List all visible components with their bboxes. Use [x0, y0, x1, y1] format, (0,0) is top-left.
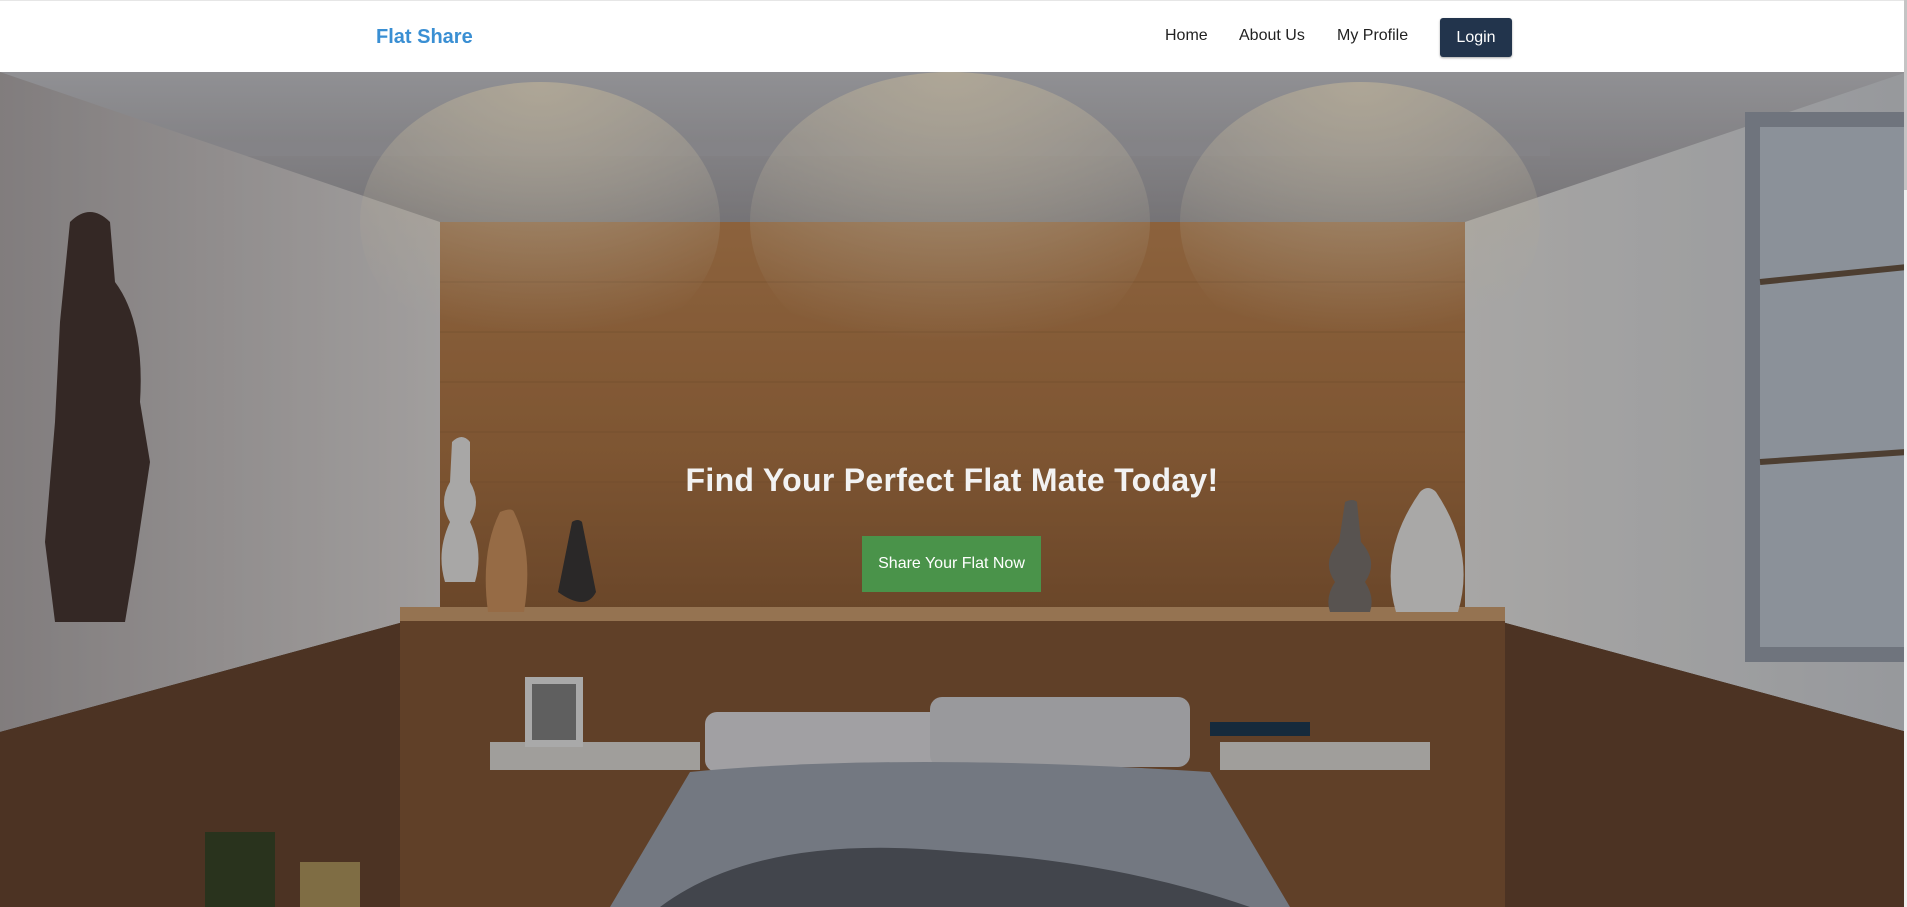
hero-section: Find Your Perfect Flat Mate Today! Share… [0, 72, 1907, 907]
top-navbar: Flat Share Home About Us My Profile Logi… [0, 0, 1907, 72]
nav-my-profile[interactable]: My Profile [1337, 27, 1408, 45]
login-button[interactable]: Login [1440, 18, 1512, 57]
nav-home[interactable]: Home [1165, 27, 1208, 45]
hero-title: Find Your Perfect Flat Mate Today! [685, 462, 1219, 498]
nav-about-us[interactable]: About Us [1239, 27, 1305, 45]
brand-logo[interactable]: Flat Share [376, 26, 473, 49]
share-your-flat-button[interactable]: Share Your Flat Now [862, 536, 1041, 592]
